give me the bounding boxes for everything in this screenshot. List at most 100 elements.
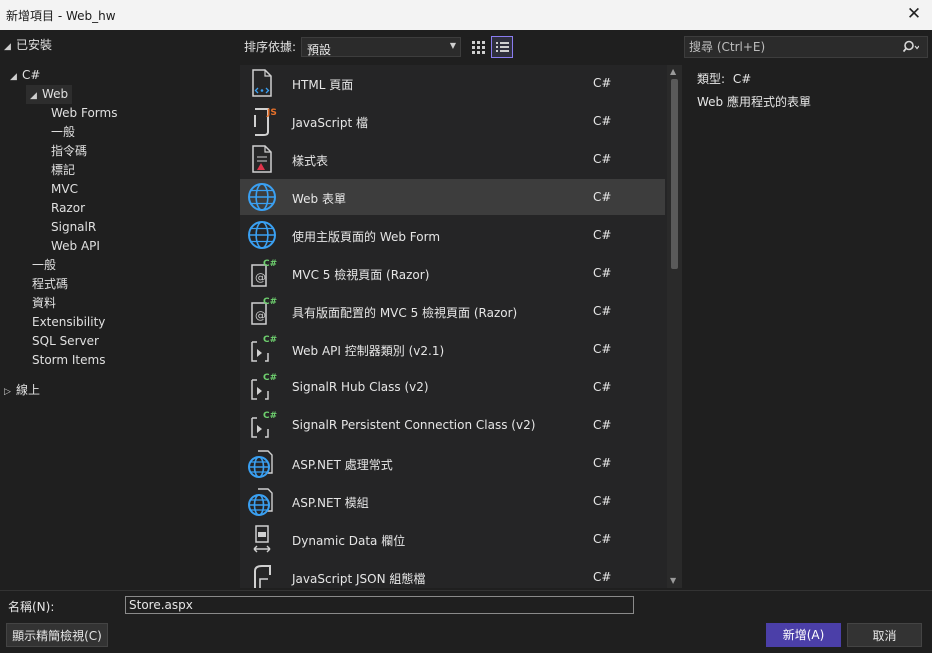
tree-node-web-child[interactable]: Razor — [51, 199, 85, 218]
sort-label: 排序依據: — [244, 40, 297, 54]
bottom-bar: 名稱(N): 顯示精簡檢視(C) 新增(A) 取消 — [0, 590, 932, 653]
template-item-name: 使用主版頁面的 Web Form — [292, 230, 441, 244]
template-category-tree: ◢ 已安裝 ◢ C# ◢ Web Web Forms 一般 指令碼 標記 MVC Razor Signa… — [0, 30, 240, 590]
html-page-icon — [246, 67, 278, 99]
search-box — [684, 36, 928, 58]
tree-node-csharp-child[interactable]: SQL Server — [32, 332, 99, 351]
template-list-item[interactable]: @ C# MVC 5 檢視頁面 (Razor) C# — [240, 255, 665, 291]
template-item-language: C# — [593, 456, 612, 470]
tree-node-csharp-child[interactable]: 資料 — [32, 294, 56, 313]
template-item-name: MVC 5 檢視頁面 (Razor) — [292, 268, 430, 282]
tree-node-csharp-child[interactable]: 一般 — [32, 256, 56, 275]
template-item-language: C# — [593, 190, 612, 204]
javascript-file-icon: JS — [246, 105, 278, 137]
template-item-name: JavaScript JSON 組態檔 — [292, 572, 426, 586]
tree-node-web-child[interactable]: 指令碼 — [51, 142, 87, 161]
search-input[interactable] — [689, 39, 889, 55]
tree-node-web-child[interactable]: Web Forms — [51, 104, 117, 123]
template-list-item[interactable]: HTML 頁面 C# — [240, 65, 665, 101]
template-item-name: ASP.NET 模組 — [292, 496, 369, 510]
template-item-name: ASP.NET 處理常式 — [292, 458, 393, 472]
collapse-arrow-icon[interactable]: ◢ — [30, 87, 42, 106]
template-list-item[interactable]: @ C# 具有版面配置的 MVC 5 檢視頁面 (Razor) C# — [240, 293, 665, 329]
tree-node-web[interactable]: ◢ Web — [26, 85, 73, 106]
tree-node-csharp[interactable]: ◢ C# — [10, 66, 40, 85]
tree-node-label: 資料 — [32, 296, 57, 310]
template-list-item[interactable]: Dynamic Data 欄位 C# — [240, 521, 665, 557]
tree-node-label: Web API — [51, 239, 100, 253]
detail-type: 類型: C# — [697, 70, 751, 87]
dynamic-data-icon — [246, 523, 278, 555]
tree-node-csharp-child[interactable]: 程式碼 — [32, 275, 68, 294]
cancel-button[interactable]: 取消 — [847, 623, 922, 647]
template-item-name: SignalR Hub Class (v2) — [292, 380, 429, 394]
svg-text:C#: C# — [263, 335, 277, 345]
collapse-arrow-icon[interactable]: ◢ — [4, 38, 16, 57]
template-list-scrollbar[interactable]: ▲ ▼ — [667, 65, 682, 588]
csharp-class-icon: C# — [246, 409, 278, 441]
tree-node-csharp-child[interactable]: Extensibility — [32, 313, 105, 332]
tree-node-installed[interactable]: ◢ 已安裝 — [4, 36, 52, 55]
sort-value: 預設 — [307, 43, 332, 57]
template-list-item[interactable]: Web 表單 C# — [240, 179, 665, 215]
tree-node-label: 已安裝 — [16, 38, 53, 52]
name-label: 名稱(N): — [8, 600, 55, 614]
template-list-item[interactable]: ASP.NET 模組 C# — [240, 483, 665, 519]
search-icon[interactable] — [903, 40, 919, 54]
tree-node-online[interactable]: ▷ 線上 — [4, 381, 40, 400]
template-list-item[interactable]: 使用主版頁面的 Web Form C# — [240, 217, 665, 253]
web-form-globe-icon — [246, 181, 278, 213]
json-config-icon — [246, 561, 278, 588]
template-item-language: C# — [593, 532, 612, 546]
template-list-item[interactable]: C# SignalR Persistent Connection Class (v… — [240, 407, 665, 443]
expand-arrow-icon[interactable]: ▷ — [4, 383, 16, 402]
collapse-arrow-icon[interactable]: ◢ — [10, 68, 22, 87]
chevron-down-icon: ▼ — [449, 41, 456, 50]
template-item-name: Web API 控制器類別 (v2.1) — [292, 344, 445, 358]
sort-dropdown[interactable]: 預設 ▼ — [301, 37, 461, 57]
template-item-name: JavaScript 檔 — [292, 116, 368, 130]
csharp-class-icon: C# — [246, 371, 278, 403]
scroll-down-icon[interactable]: ▼ — [670, 576, 676, 585]
tree-node-web-child[interactable]: 一般 — [51, 123, 75, 142]
scrollbar-thumb[interactable] — [671, 79, 678, 269]
csharp-class-icon: C# — [246, 333, 278, 365]
template-list-item[interactable]: ASP.NET 處理常式 C# — [240, 445, 665, 481]
tree-node-web-child[interactable]: Web API — [51, 237, 100, 256]
template-list-item[interactable]: 樣式表 C# — [240, 141, 665, 177]
tree-node-web-child[interactable]: SignalR — [51, 218, 96, 237]
tree-node-web-child[interactable]: 標記 — [51, 161, 75, 180]
template-list-item[interactable]: JavaScript JSON 組態檔 C# — [240, 559, 665, 588]
template-list-item[interactable]: C# Web API 控制器類別 (v2.1) C# — [240, 331, 665, 367]
svg-text:C#: C# — [263, 373, 277, 383]
tree-node-label: C# — [22, 68, 41, 82]
tree-node-web-child[interactable]: MVC — [51, 180, 78, 199]
svg-text:JS: JS — [266, 108, 277, 118]
detail-type-value: C# — [732, 72, 752, 86]
template-item-language: C# — [593, 266, 612, 280]
name-input[interactable] — [125, 596, 634, 614]
grid-view-button[interactable] — [467, 36, 489, 58]
compact-view-button[interactable]: 顯示精簡檢視(C) — [6, 623, 108, 647]
tree-node-label: 程式碼 — [32, 277, 69, 291]
template-item-language: C# — [593, 342, 612, 356]
detail-type-label: 類型: — [697, 72, 726, 86]
template-list-item[interactable]: JS JavaScript 檔 C# — [240, 103, 665, 139]
tree-node-label: Web — [42, 87, 69, 101]
tree-node-label: 一般 — [32, 258, 57, 272]
template-item-language: C# — [593, 76, 612, 90]
add-button[interactable]: 新增(A) — [766, 623, 841, 647]
tree-node-label: Web Forms — [51, 106, 118, 120]
template-item-language: C# — [593, 570, 612, 584]
scroll-up-icon[interactable]: ▲ — [670, 67, 676, 76]
detail-description: Web 應用程式的表單 — [697, 95, 811, 109]
template-list-item[interactable]: C# SignalR Hub Class (v2) C# — [240, 369, 665, 405]
close-icon[interactable]: ✕ — [902, 2, 926, 26]
template-item-name: SignalR Persistent Connection Class (v2) — [292, 418, 536, 432]
tree-node-label: SignalR — [51, 220, 97, 234]
list-view-button[interactable] — [491, 36, 513, 58]
tree-node-csharp-child[interactable]: Storm Items — [32, 351, 105, 370]
tree-node-label: Extensibility — [32, 315, 106, 329]
aspnet-globe-icon — [246, 485, 278, 517]
razor-view-icon: @ C# — [246, 257, 278, 289]
